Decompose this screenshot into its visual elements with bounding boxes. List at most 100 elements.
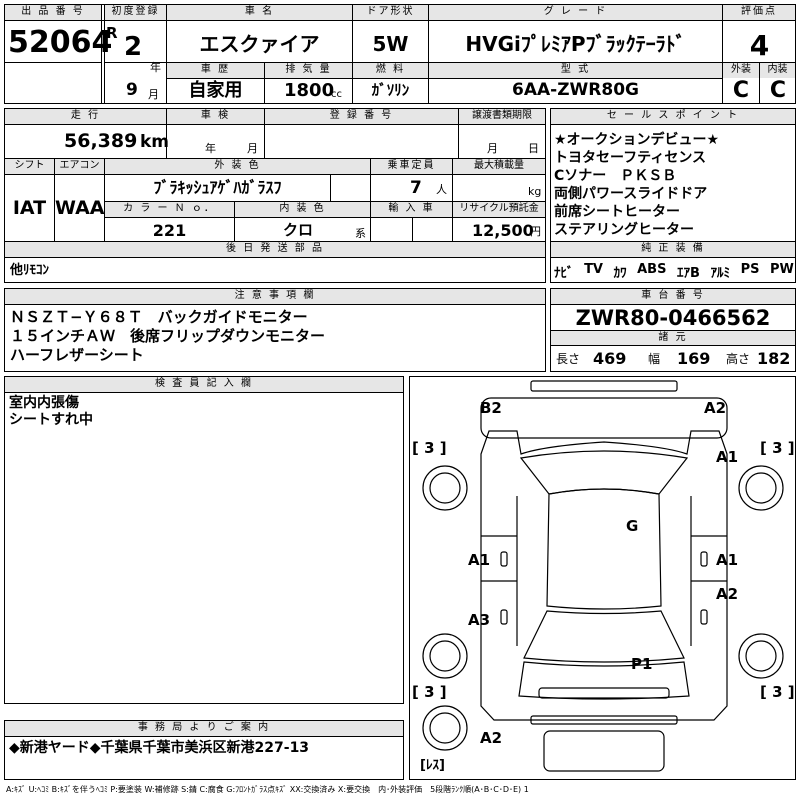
inspection-month-unit: 月 xyxy=(247,142,258,155)
score-label: 評価点 xyxy=(723,5,795,20)
registration-year: 2 xyxy=(124,32,143,62)
inspector-notes: 室内内張傷 シートすれ中 xyxy=(9,395,93,429)
mileage-label: 走 行 xyxy=(5,109,166,124)
equipment-item: ｴｱB xyxy=(677,266,700,281)
damage-mark-a1-right-door: A1 xyxy=(716,551,739,569)
recycle-deposit: 12,500 xyxy=(472,221,534,240)
height-label: 高さ xyxy=(726,352,751,366)
spec-label: 諸 元 xyxy=(551,331,795,345)
grade: HVGiﾌﾟﾚﾐｱPﾌﾞﾗｯｸﾃｰﾗﾄﾞ xyxy=(465,32,686,56)
lot-number: 52064 xyxy=(8,25,113,60)
year-unit: 年 xyxy=(150,61,161,74)
capacity-unit: 人 xyxy=(436,183,447,196)
first-registration-label: 初度登録 xyxy=(105,5,166,20)
equipment-item: PW xyxy=(770,262,794,277)
transfer-deadline-label: 譲渡書類期限 xyxy=(459,109,545,124)
month-unit: 月 xyxy=(148,88,159,101)
transfer-month-unit: 月 xyxy=(487,142,498,155)
capacity: 7 xyxy=(410,178,422,198)
inspector-note: 室内内張傷 xyxy=(9,395,79,411)
front-bumper xyxy=(530,380,678,392)
equipment-item: ﾅﾋﾞ xyxy=(554,266,574,281)
model-code: 6AA-ZWR80G xyxy=(512,80,639,100)
color-number-label: カ ラ ー Ｎ ｏ． xyxy=(105,202,234,217)
tire-tread-rear-right: [ 3 ] xyxy=(760,683,795,701)
equipment-item: TV xyxy=(584,262,603,277)
mileage-unit: km xyxy=(140,132,170,152)
displacement-unit: cc xyxy=(331,89,342,100)
damage-mark-a1-left-door: A1 xyxy=(468,551,491,569)
color-number: 221 xyxy=(152,221,187,240)
later-parts: 他ﾘﾓｺﾝ xyxy=(10,263,50,278)
inspection-year-unit: 年 xyxy=(205,142,216,155)
office-label: 事 務 局 よ り ご 案 内 xyxy=(5,721,403,736)
equipment-label: 純 正 装 備 xyxy=(551,242,795,257)
body-outline xyxy=(480,430,728,721)
tailgate xyxy=(518,661,690,700)
displacement-label: 排 気 量 xyxy=(265,63,352,78)
plate-label: 登 録 番 号 xyxy=(265,109,458,124)
recycle-deposit-label: リサイクル預託金 xyxy=(453,202,545,217)
notes-label: 注 意 事 項 欄 xyxy=(5,289,545,304)
damage-mark-a3-left-rear: A3 xyxy=(468,611,491,629)
note-line: ＮＳＺＴ−Ｙ６８Ｔ バックガイドモニター xyxy=(10,308,308,326)
model-label: 型 式 xyxy=(429,63,722,78)
length-label: 長さ xyxy=(556,352,581,366)
damage-mark-p1: P1 xyxy=(631,655,653,673)
rear-window xyxy=(523,610,685,663)
fuel: ｶﾞｿﾘﾝ xyxy=(371,81,410,99)
lot-number-label: 出 品 番 号 xyxy=(5,5,101,20)
import-label: 輸 入 車 xyxy=(371,202,452,217)
office-notice: ◆新港ヤード◆千葉県千葉市美浜区新港227-13 xyxy=(9,740,310,756)
grade-label: グ レ ー ド xyxy=(429,5,722,20)
door-type: 5W xyxy=(372,32,409,56)
exterior-color: ﾌﾞﾗｷｯｼｭｱｹﾞﾊｶﾞﾗｽﾌ xyxy=(153,178,282,197)
sales-point: 前席シートヒーター xyxy=(554,204,680,220)
equipment-item: ABS xyxy=(637,262,667,277)
sales-points-list: ★オークションデビュー★ トヨタセーフティセンス Cソナー ＰＫＳＢ 両側パワー… xyxy=(554,131,794,239)
displacement: 1800 xyxy=(284,80,335,101)
interior-color-label: 内 装 色 xyxy=(235,202,370,217)
sales-point: Cソナー ＰＫＳＢ xyxy=(554,168,677,184)
car-history: 自家用 xyxy=(188,80,243,101)
history-label: 車 歴 xyxy=(167,63,264,78)
equipment-list: ﾅﾋﾞ TV ｶﾜ ABS ｴｱB ｱﾙﾐ PS PW xyxy=(554,262,794,281)
sales-points-label: セ ー ル ス ポ イ ン ト xyxy=(551,109,795,124)
length: 469 xyxy=(593,349,627,368)
interior-label: 内装 xyxy=(760,63,795,78)
damage-legend: A:ｷｽﾞ U:ﾍｺﾐ B:ｷｽﾞを伴うﾍｺﾐ P:要塗装 W:補修跡 S:錆 … xyxy=(6,785,529,794)
car-name-label: 車 名 xyxy=(167,5,352,20)
later-parts-label: 後 日 発 送 部 品 xyxy=(5,242,545,257)
notes-body: ＮＳＺＴ−Ｙ６８Ｔ バックガイドモニター １５インチＡＷ 後席フリップダウンモニ… xyxy=(10,308,325,365)
air-conditioner: WAA xyxy=(55,197,105,219)
spare-tire-status: [ﾚｽ] xyxy=(420,758,445,773)
width-label: 幅 xyxy=(648,352,661,366)
roof xyxy=(546,488,662,610)
sales-point: ★オークションデビュー★ xyxy=(554,132,720,148)
interior-color: クロ xyxy=(283,221,314,239)
equipment-item: ｶﾜ xyxy=(613,266,627,281)
spare-tire-well xyxy=(543,730,665,772)
rear-bumper xyxy=(538,687,670,699)
damage-mark-a2-bottom: A2 xyxy=(480,729,503,747)
equipment-item: PS xyxy=(740,262,760,277)
exterior-grade: C xyxy=(732,78,750,103)
shift-label: シフト xyxy=(5,159,54,174)
note-line: １５インチＡＷ 後席フリップダウンモニター xyxy=(10,327,326,345)
max-load-unit: kg xyxy=(528,185,542,198)
registration-month: 9 xyxy=(126,80,138,100)
capacity-label: 乗車定員 xyxy=(371,159,452,174)
ac-label: エアコン xyxy=(55,159,104,174)
mileage: 56,389 xyxy=(64,130,138,152)
tire-tread-front-left: [ 3 ] xyxy=(412,439,447,457)
inspection-label: 車 検 xyxy=(167,109,264,124)
inspector-note: シートすれ中 xyxy=(9,412,93,428)
car-name: エスクァイア xyxy=(199,32,320,56)
height: 182 xyxy=(757,349,791,368)
equipment-item: ｱﾙﾐ xyxy=(710,266,731,281)
damage-mark-a1-front-right: A1 xyxy=(716,448,739,466)
interior-grade: C xyxy=(769,78,787,103)
car-diagram xyxy=(422,380,784,772)
door-label: ドア形状 xyxy=(353,5,428,20)
damage-mark-a2-right-rear: A2 xyxy=(716,585,739,603)
